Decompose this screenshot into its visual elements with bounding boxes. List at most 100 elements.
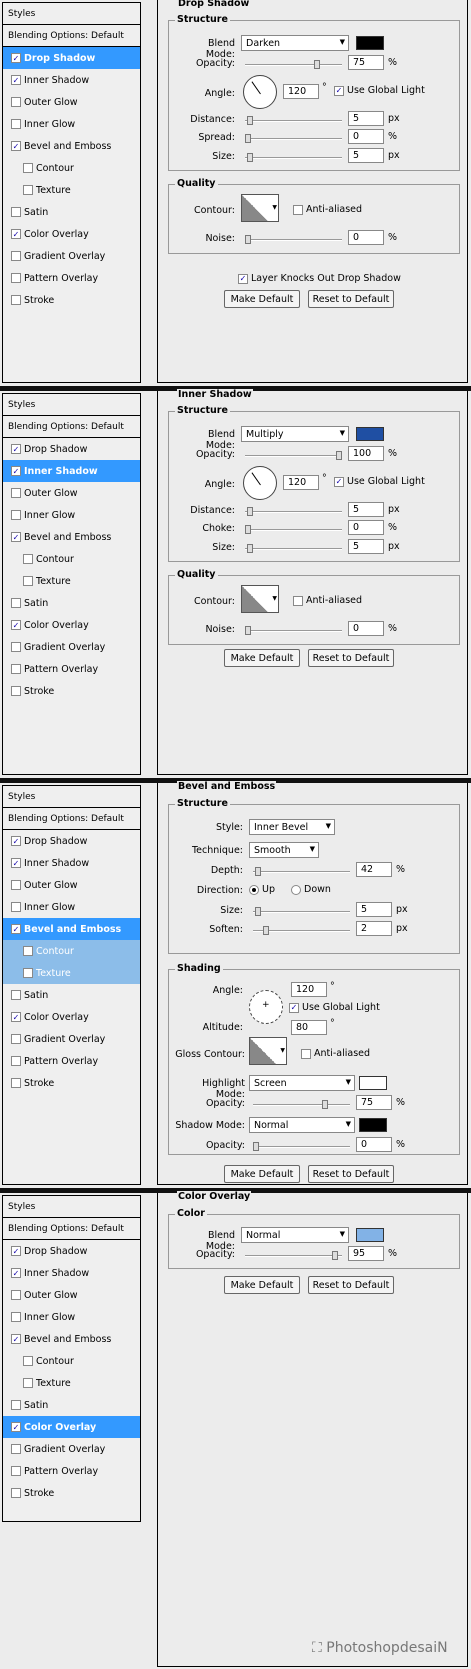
checkbox[interactable]: ✓ bbox=[11, 532, 21, 542]
distance-input[interactable]: 5 bbox=[348, 111, 384, 126]
size-slider[interactable] bbox=[245, 153, 342, 162]
style-item-satin[interactable]: Satin bbox=[3, 201, 140, 223]
style-item-texture[interactable]: Texture bbox=[3, 179, 140, 201]
style-item-gradient-overlay[interactable]: Gradient Overlay bbox=[3, 245, 140, 267]
style-item-stroke[interactable]: Stroke bbox=[3, 289, 140, 311]
noise-slider[interactable] bbox=[245, 235, 342, 244]
checkbox[interactable] bbox=[11, 1444, 21, 1454]
blend-mode-dropdown[interactable]: Darken bbox=[241, 35, 349, 51]
style-item-gradient-overlay[interactable]: Gradient Overlay bbox=[3, 1438, 140, 1460]
opacity-slider[interactable] bbox=[245, 1251, 342, 1260]
checkbox[interactable]: ✓ bbox=[11, 924, 21, 934]
shadow-opacity-slider[interactable] bbox=[253, 1142, 350, 1151]
style-dropdown[interactable]: Inner Bevel bbox=[249, 819, 335, 835]
style-item-gradient-overlay[interactable]: Gradient Overlay bbox=[3, 1028, 140, 1050]
style-item-pattern-overlay[interactable]: Pattern Overlay bbox=[3, 1460, 140, 1482]
style-item-color-overlay[interactable]: ✓ Color Overlay bbox=[3, 1006, 140, 1028]
style-item-pattern-overlay[interactable]: Pattern Overlay bbox=[3, 1050, 140, 1072]
blend-mode-dropdown[interactable]: Normal bbox=[241, 1227, 349, 1243]
style-item-outer-glow[interactable]: Outer Glow bbox=[3, 874, 140, 896]
style-item-contour[interactable]: Contour bbox=[3, 940, 140, 962]
checkbox[interactable] bbox=[11, 273, 21, 283]
style-item-color-overlay[interactable]: ✓ Color Overlay bbox=[3, 223, 140, 245]
angle-input[interactable]: 120 bbox=[283, 475, 319, 490]
style-item-inner-glow[interactable]: Inner Glow bbox=[3, 1306, 140, 1328]
style-item-stroke[interactable]: Stroke bbox=[3, 1482, 140, 1504]
soften-input[interactable]: 2 bbox=[356, 921, 392, 936]
size-input[interactable]: 5 bbox=[356, 902, 392, 917]
checkbox[interactable] bbox=[23, 946, 33, 956]
highlight-color-swatch[interactable] bbox=[359, 1076, 387, 1090]
layer-knocks-check[interactable]: ✓ Layer Knocks Out Drop Shadow bbox=[238, 273, 401, 284]
angle-input[interactable]: 120 bbox=[283, 84, 319, 99]
checkbox[interactable] bbox=[11, 1078, 21, 1088]
checkbox[interactable] bbox=[11, 1034, 21, 1044]
style-item-inner-shadow[interactable]: ✓ Inner Shadow bbox=[3, 460, 140, 482]
blending-options[interactable]: Blending Options: Default bbox=[3, 25, 140, 47]
style-item-inner-glow[interactable]: Inner Glow bbox=[3, 113, 140, 135]
opacity-input[interactable]: 75 bbox=[348, 55, 384, 70]
style-item-stroke[interactable]: Stroke bbox=[3, 680, 140, 702]
style-item-texture[interactable]: Texture bbox=[3, 1372, 140, 1394]
style-item-drop-shadow[interactable]: ✓ Drop Shadow bbox=[3, 47, 140, 69]
checkbox[interactable] bbox=[11, 686, 21, 696]
checkbox[interactable]: ✓ bbox=[11, 1268, 21, 1278]
spread-slider[interactable] bbox=[245, 134, 342, 143]
checkbox[interactable] bbox=[11, 97, 21, 107]
style-item-contour[interactable]: Contour bbox=[3, 1350, 140, 1372]
styles-header[interactable]: Styles bbox=[3, 394, 140, 416]
highlight-opacity-input[interactable]: 75 bbox=[356, 1095, 392, 1110]
shadow-mode-dropdown[interactable]: Normal bbox=[249, 1117, 355, 1133]
style-item-drop-shadow[interactable]: ✓ Drop Shadow bbox=[3, 438, 140, 460]
style-item-outer-glow[interactable]: Outer Glow bbox=[3, 482, 140, 504]
overlay-color-swatch[interactable] bbox=[356, 1228, 384, 1242]
reset-default-button[interactable]: Reset to Default bbox=[308, 290, 394, 308]
checkbox[interactable] bbox=[11, 1290, 21, 1300]
shadow-opacity-input[interactable]: 0 bbox=[356, 1137, 392, 1152]
distance-input[interactable]: 5 bbox=[348, 502, 384, 517]
style-item-texture[interactable]: Texture bbox=[3, 962, 140, 984]
depth-input[interactable]: 42 bbox=[356, 862, 392, 877]
slider-thumb[interactable] bbox=[314, 60, 320, 69]
opacity-input[interactable]: 95 bbox=[348, 1246, 384, 1261]
styles-header[interactable]: Styles bbox=[3, 1196, 140, 1218]
checkbox[interactable] bbox=[23, 554, 33, 564]
style-item-inner-glow[interactable]: Inner Glow bbox=[3, 896, 140, 918]
style-item-inner-shadow[interactable]: ✓ Inner Shadow bbox=[3, 69, 140, 91]
style-item-satin[interactable]: Satin bbox=[3, 984, 140, 1006]
opacity-slider[interactable] bbox=[245, 60, 342, 69]
blending-options[interactable]: Blending Options: Default bbox=[3, 416, 140, 438]
style-item-gradient-overlay[interactable]: Gradient Overlay bbox=[3, 636, 140, 658]
checkbox[interactable]: ✓ bbox=[11, 858, 21, 868]
make-default-button[interactable]: Make Default bbox=[224, 1165, 300, 1183]
reset-default-button[interactable]: Reset to Default bbox=[308, 1165, 394, 1183]
styles-header[interactable]: Styles bbox=[3, 786, 140, 808]
checkbox[interactable]: ✓ bbox=[11, 836, 21, 846]
style-item-color-overlay[interactable]: ✓ Color Overlay bbox=[3, 614, 140, 636]
reset-default-button[interactable]: Reset to Default bbox=[308, 649, 394, 667]
style-item-drop-shadow[interactable]: ✓ Drop Shadow bbox=[3, 1240, 140, 1262]
style-item-pattern-overlay[interactable]: Pattern Overlay bbox=[3, 658, 140, 680]
make-default-button[interactable]: Make Default bbox=[224, 290, 300, 308]
checkbox[interactable]: ✓ bbox=[11, 75, 21, 85]
contour-picker[interactable] bbox=[241, 585, 279, 613]
checkbox[interactable]: ✓ bbox=[11, 141, 21, 151]
checkbox[interactable] bbox=[11, 1488, 21, 1498]
size-input[interactable]: 5 bbox=[348, 148, 384, 163]
contour-picker[interactable] bbox=[241, 194, 279, 222]
style-item-satin[interactable]: Satin bbox=[3, 592, 140, 614]
checkbox[interactable] bbox=[11, 119, 21, 129]
checkbox[interactable] bbox=[11, 510, 21, 520]
checkbox[interactable] bbox=[11, 990, 21, 1000]
opacity-input[interactable]: 100 bbox=[348, 446, 384, 461]
choke-input[interactable]: 0 bbox=[348, 520, 384, 535]
size-slider[interactable] bbox=[253, 907, 350, 916]
anti-aliased-check[interactable]: Anti-aliased bbox=[293, 204, 362, 215]
checkbox[interactable]: ✓ bbox=[11, 620, 21, 630]
checkbox[interactable]: ✓ bbox=[11, 1246, 21, 1256]
style-item-bevel-and-emboss[interactable]: ✓ Bevel and Emboss bbox=[3, 135, 140, 157]
distance-slider[interactable] bbox=[245, 507, 342, 516]
blending-options[interactable]: Blending Options: Default bbox=[3, 1218, 140, 1240]
style-item-inner-glow[interactable]: Inner Glow bbox=[3, 504, 140, 526]
checkbox[interactable] bbox=[11, 642, 21, 652]
